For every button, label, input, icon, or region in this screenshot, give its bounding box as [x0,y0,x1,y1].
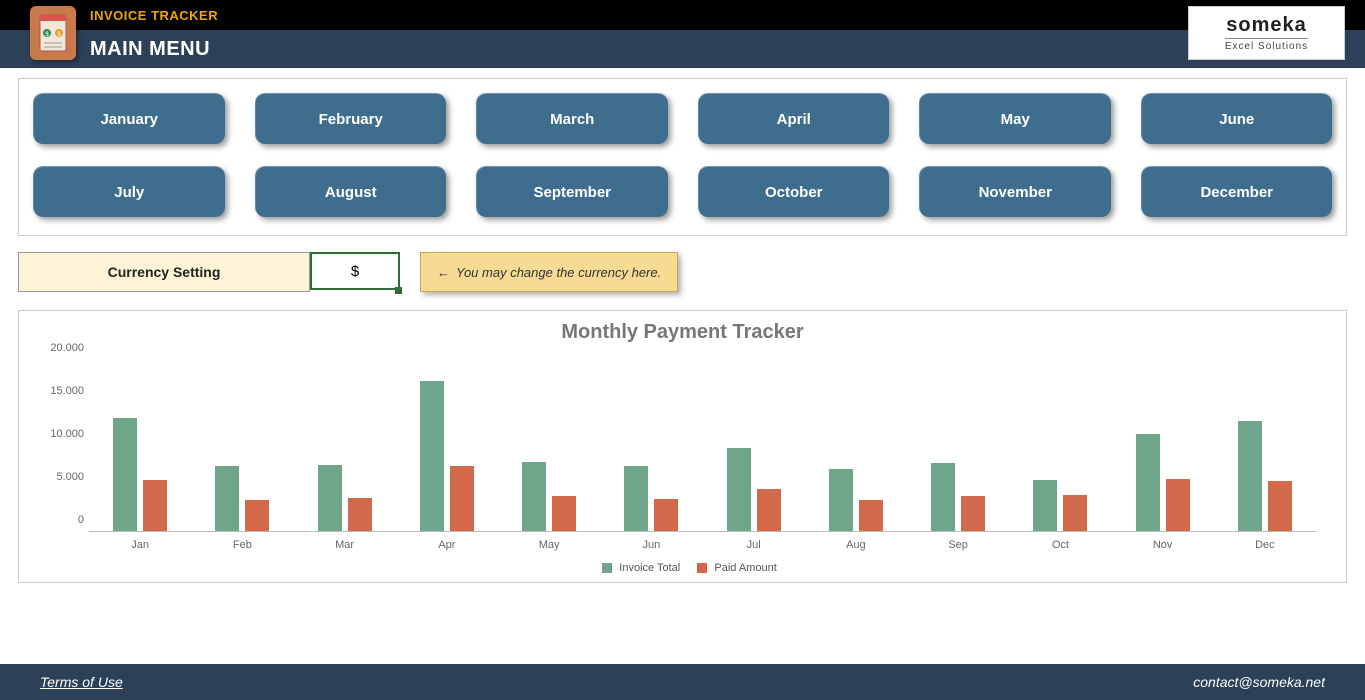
month-button-september[interactable]: September [476,166,668,217]
chart-column: Jun [600,360,702,531]
content: January February March April May June July Aug… [0,68,1365,583]
arrow-left-icon: ← [437,265,450,280]
bar-invoice-total [1136,434,1160,531]
chart-column: Sep [907,360,1009,531]
bar-paid-amount [1063,495,1087,531]
chart-plot: JanFebMarAprMayJunJulAugSepOctNovDec [89,354,1316,532]
app-title: INVOICE TRACKER [90,8,218,23]
bar-invoice-total [318,465,342,531]
x-tick-label: Jul [703,539,805,551]
chart-column: Jan [89,360,191,531]
bar-invoice-total [1033,480,1057,531]
chart-column: Nov [1112,360,1214,531]
x-tick-label: May [498,539,600,551]
x-tick-label: Jun [600,539,702,551]
x-tick-label: Dec [1214,539,1316,551]
chart-legend: Invoice Total Paid Amount [39,562,1326,574]
bar-paid-amount [1268,481,1292,531]
month-button-december[interactable]: December [1141,166,1333,217]
x-tick-label: Nov [1112,539,1214,551]
currency-input-wrap [310,252,400,292]
chart-column: Aug [805,360,907,531]
chart-column: May [498,360,600,531]
vendor-logo-line2: Excel Solutions [1225,38,1308,52]
bar-paid-amount [143,480,167,531]
bar-invoice-total [727,448,751,531]
legend-swatch-series-1 [602,563,612,573]
page-title: MAIN MENU [90,38,210,61]
bar-paid-amount [757,489,781,531]
x-tick-label: Apr [396,539,498,551]
contact-email[interactable]: contact@someka.net [1193,674,1325,690]
bar-paid-amount [552,496,576,531]
x-tick-label: Feb [191,539,293,551]
month-button-november[interactable]: November [919,166,1111,217]
x-tick-label: Mar [294,539,396,551]
bar-paid-amount [654,499,678,531]
bar-paid-amount [961,496,985,531]
x-tick-label: Aug [805,539,907,551]
y-tick-label: 5.000 [39,471,84,483]
y-tick-label: 10.000 [39,428,84,440]
bar-paid-amount [450,466,474,531]
bar-paid-amount [1166,479,1190,531]
chart-box: Monthly Payment Tracker JanFebMarAprMayJ… [18,310,1347,583]
bar-invoice-total [829,469,853,531]
month-button-april[interactable]: April [698,93,890,144]
chart-title: Monthly Payment Tracker [39,321,1326,344]
currency-input[interactable] [310,252,400,290]
bar-invoice-total [931,463,955,531]
header-bar-sub: MAIN MENU [0,30,1365,68]
month-button-january[interactable]: January [33,93,225,144]
footer: Terms of Use contact@someka.net [0,664,1365,700]
chart-column: Oct [1009,360,1111,531]
month-button-june[interactable]: June [1141,93,1333,144]
month-button-february[interactable]: February [255,93,447,144]
month-button-august[interactable]: August [255,166,447,217]
chart-column: Feb [191,360,293,531]
x-tick-label: Oct [1009,539,1111,551]
month-panel: January February March April May June July Aug… [18,78,1347,236]
page: $ $ someka Excel Solutions INVOICE TRACK… [0,0,1365,700]
x-tick-label: Sep [907,539,1009,551]
currency-label: Currency Setting [18,252,310,292]
y-tick-label: 20.000 [39,342,84,354]
selection-handle-icon[interactable] [395,287,402,294]
header-bar-top: INVOICE TRACKER [0,0,1365,30]
month-row-1: January February March April May June [33,93,1332,144]
month-button-july[interactable]: July [33,166,225,217]
bar-invoice-total [1238,421,1262,531]
chart-area: JanFebMarAprMayJunJulAugSepOctNovDec 05.… [89,354,1316,554]
bar-invoice-total [624,466,648,531]
month-row-2: July August September October November Decemb… [33,166,1332,217]
chart-column: Jul [703,360,805,531]
bar-paid-amount [859,500,883,531]
currency-hint: ← You may change the currency here. [420,252,678,292]
bar-paid-amount [348,498,372,531]
currency-hint-text: You may change the currency here. [456,265,661,280]
vendor-logo-line1: someka [1226,14,1307,37]
bar-paid-amount [245,500,269,531]
vendor-logo: someka Excel Solutions [1188,6,1345,60]
month-button-may[interactable]: May [919,93,1111,144]
legend-swatch-series-2 [697,563,707,573]
bar-invoice-total [522,462,546,531]
bar-invoice-total [215,466,239,531]
chart-column: Mar [294,360,396,531]
x-tick-label: Jan [89,539,191,551]
bar-invoice-total [420,381,444,531]
currency-row: Currency Setting ← You may change the cu… [18,252,1347,292]
app-logo-icon: $ $ [30,6,76,60]
y-tick-label: 0 [39,514,84,526]
bar-invoice-total [113,418,137,531]
terms-of-use-link[interactable]: Terms of Use [40,674,123,690]
legend-label-series-2: Paid Amount [714,562,776,574]
month-button-march[interactable]: March [476,93,668,144]
chart-column: Apr [396,360,498,531]
legend-label-series-1: Invoice Total [619,562,680,574]
chart-column: Dec [1214,360,1316,531]
y-tick-label: 15.000 [39,385,84,397]
month-button-october[interactable]: October [698,166,890,217]
